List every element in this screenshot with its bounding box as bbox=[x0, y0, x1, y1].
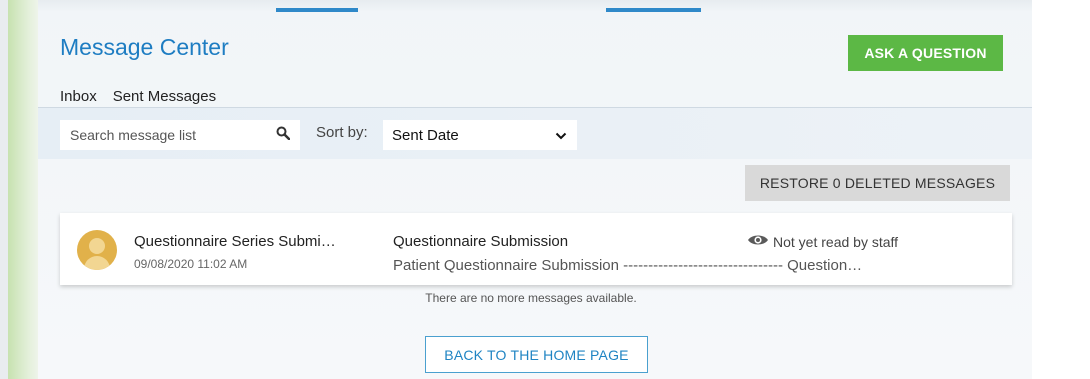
top-nav-active-indicator-2 bbox=[606, 8, 701, 12]
chevron-down-icon bbox=[555, 127, 567, 144]
tab-inbox[interactable]: Inbox bbox=[60, 88, 97, 109]
no-more-messages: There are no more messages available. bbox=[0, 291, 1090, 305]
message-title: Questionnaire Submission bbox=[393, 233, 569, 250]
read-status-text: Not yet read by staff bbox=[773, 233, 899, 250]
search-icon[interactable] bbox=[276, 126, 291, 145]
message-list-item[interactable]: Questionnaire Series Submi… 09/08/2020 1… bbox=[60, 213, 1012, 285]
page-margin bbox=[0, 0, 8, 379]
tab-sent-messages[interactable]: Sent Messages bbox=[112, 88, 217, 112]
restore-deleted-button[interactable]: RESTORE 0 DELETED MESSAGES bbox=[745, 165, 1010, 201]
eye-icon bbox=[747, 233, 769, 250]
message-date: 09/08/2020 11:02 AM bbox=[134, 257, 248, 271]
right-margin bbox=[1032, 0, 1090, 379]
avatar bbox=[77, 230, 117, 270]
top-nav-shadow bbox=[38, 0, 1032, 12]
message-tabs: Inbox Sent Messages bbox=[60, 88, 217, 112]
sort-select[interactable]: Sent Date bbox=[383, 120, 577, 150]
message-preview: Patient Questionnaire Submission -------… bbox=[393, 257, 863, 274]
read-status: Not yet read by staff bbox=[747, 233, 898, 250]
left-decor-panel bbox=[8, 0, 38, 379]
sort-value: Sent Date bbox=[392, 126, 459, 144]
search-input[interactable]: Search message list bbox=[60, 120, 300, 150]
page-title: Message Center bbox=[60, 34, 229, 60]
sort-label: Sort by: bbox=[316, 124, 368, 141]
message-subject: Questionnaire Series Submi… bbox=[134, 233, 336, 250]
ask-question-button[interactable]: ASK A QUESTION bbox=[848, 35, 1003, 71]
top-nav-active-indicator bbox=[276, 8, 358, 12]
no-more-text: There are no more messages available. bbox=[425, 291, 637, 305]
back-to-home-button[interactable]: BACK TO THE HOME PAGE bbox=[425, 336, 648, 373]
search-placeholder: Search message list bbox=[70, 127, 197, 143]
